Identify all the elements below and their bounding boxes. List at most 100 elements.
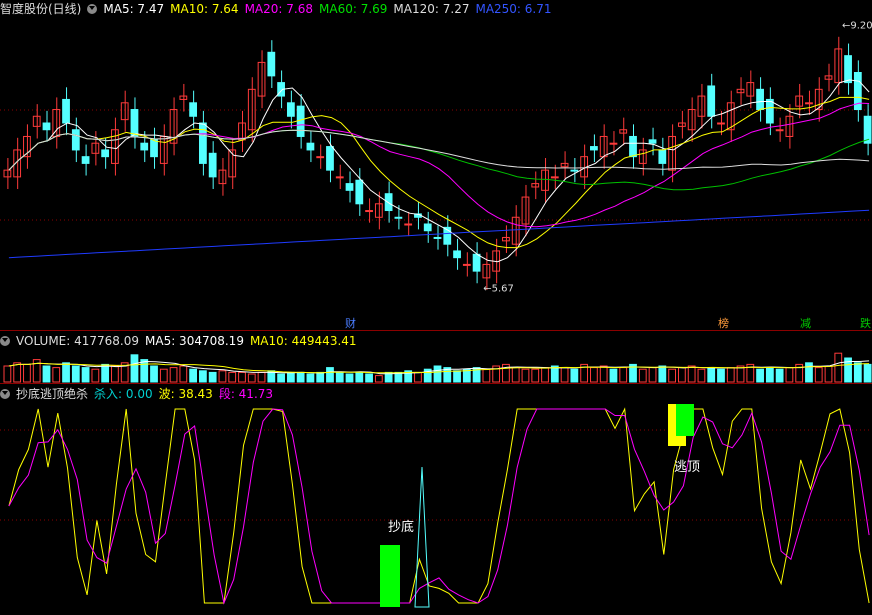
top-annotation: 逃顶: [674, 460, 700, 475]
candle: [355, 179, 364, 205]
volume-bar: [414, 371, 422, 383]
kill-bar: [380, 545, 400, 607]
ma250-line: [8, 209, 870, 259]
ma250-label: MA250: 6.71: [475, 2, 552, 16]
indicator-title: 抄底逃顶绝杀: [16, 387, 89, 401]
volume-bar: [824, 365, 833, 383]
high-marker: ←9.20: [842, 21, 872, 32]
candle: [462, 263, 471, 266]
volume-bar: [140, 359, 149, 383]
volume-bar: [111, 365, 119, 383]
volume-bar: [130, 354, 139, 383]
candle: [316, 156, 325, 159]
candle: [286, 102, 295, 117]
volume-bar: [81, 367, 90, 383]
volume-bar: [335, 371, 344, 383]
candle: [394, 216, 403, 219]
volume-bar: [726, 367, 735, 383]
candle: [42, 122, 51, 131]
candle: [756, 88, 764, 111]
volume-bar: [697, 368, 706, 383]
candle: [423, 223, 432, 232]
candle: [570, 169, 579, 172]
ma20-label: MA20: 7.68: [244, 2, 313, 16]
stock-title[interactable]: 智度股份(日线): [0, 2, 81, 16]
volume-bar: [296, 371, 305, 383]
volume-bar: [218, 370, 227, 383]
volume-bar: [482, 368, 491, 383]
candle: [101, 149, 110, 158]
volume-bar: [150, 365, 158, 383]
candle: [208, 152, 217, 178]
kill-spike: [414, 466, 430, 608]
candle: [62, 98, 70, 124]
volume-bar: [775, 368, 784, 383]
volume-label: VOLUME: 417768.09: [16, 334, 139, 348]
volume-bar: [23, 363, 31, 383]
volume-bar: [316, 371, 325, 383]
volume-bar: [590, 367, 598, 383]
volume-bar: [62, 362, 70, 383]
candle: [404, 223, 413, 226]
candle: [267, 51, 276, 77]
volume-bar: [756, 368, 764, 383]
volume-bar: [199, 370, 207, 383]
volume-bar: [521, 368, 530, 383]
pane-separator: [0, 330, 872, 331]
candle: [365, 210, 373, 213]
pane-separator: [0, 383, 872, 384]
volume-bar: [3, 365, 12, 383]
event-tag: 榜: [718, 316, 729, 330]
volume-bar: [101, 363, 110, 383]
volume-bar: [179, 365, 188, 383]
ma60-label: MA60: 7.69: [319, 2, 388, 16]
volume-bar: [658, 365, 667, 383]
top-bar-green: [676, 404, 694, 436]
volume-bar: [238, 371, 246, 383]
dropdown-icon[interactable]: [87, 4, 98, 14]
volume-bar: [355, 371, 364, 383]
volume-bar: [863, 363, 872, 383]
candle: [648, 139, 657, 144]
candle: [335, 176, 344, 179]
volume-bar: [638, 368, 647, 383]
volume-bar: [326, 367, 334, 383]
candle: [805, 102, 813, 105]
segment-label: 段: 41.73: [218, 387, 274, 401]
segment-line: [8, 408, 870, 605]
candle: [775, 129, 784, 132]
volume-bar: [668, 368, 676, 383]
dropdown-icon[interactable]: [0, 389, 10, 399]
volume-bar: [599, 365, 608, 383]
volume-bar: [687, 365, 696, 383]
volume-bar: [511, 367, 520, 383]
price-header: 智度股份(日线) MA5: 7.47 MA10: 7.64 MA20: 7.68 MA6…: [0, 0, 558, 18]
kill-label: 杀入: 0.00: [94, 387, 153, 401]
candle: [150, 139, 158, 158]
volume-bar: [609, 368, 618, 383]
volume-bar: [541, 367, 549, 383]
ma60-line: [8, 129, 870, 191]
vol-ma10-label: MA10: 449443.41: [249, 334, 357, 348]
volume-bar: [717, 368, 725, 383]
candle: [433, 236, 442, 239]
candle: [609, 142, 618, 145]
volume-bar: [805, 362, 813, 383]
volume-bar: [277, 373, 285, 383]
volume-bar: [257, 371, 266, 383]
volume-bar: [159, 368, 168, 383]
candle: [629, 135, 637, 158]
volume-bar: [208, 371, 217, 383]
volume-bar: [707, 367, 716, 383]
bottom-annotation: 抄底: [388, 519, 414, 535]
volume-bar: [365, 373, 373, 383]
volume-header: VOLUME: 417768.09 MA5: 304708.19 MA10: 449…: [0, 332, 363, 350]
volume-bar: [13, 362, 22, 383]
volume-bar: [785, 367, 794, 383]
dropdown-icon[interactable]: [0, 336, 10, 346]
volume-bar: [648, 367, 657, 383]
volume-bar: [531, 368, 540, 383]
candle: [384, 193, 393, 212]
candle: [765, 98, 774, 124]
candle: [140, 142, 149, 151]
